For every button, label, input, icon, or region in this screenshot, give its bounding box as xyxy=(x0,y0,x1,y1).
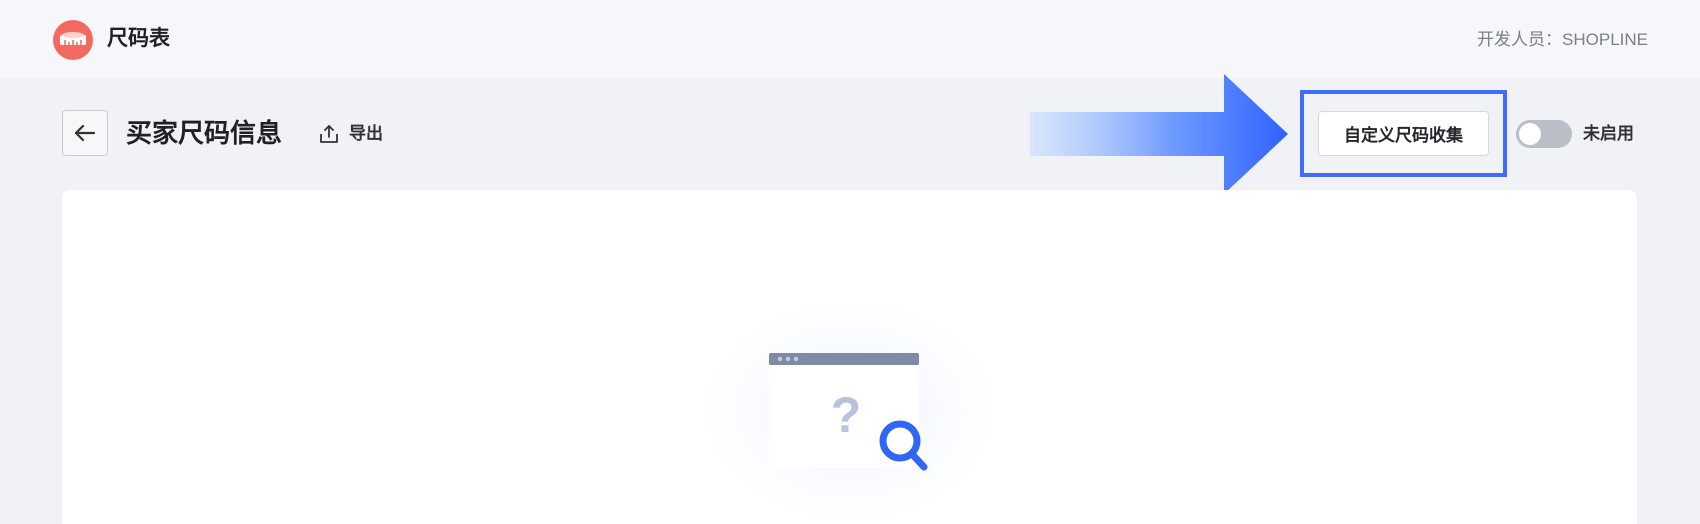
toggle-status-label: 未启用 xyxy=(1583,124,1634,143)
export-label: 导出 xyxy=(349,124,383,143)
page-title: 买家尺码信息 xyxy=(126,118,283,148)
export-button[interactable]: 导出 xyxy=(318,122,383,146)
toggle-knob xyxy=(1519,123,1541,145)
back-button[interactable] xyxy=(62,110,108,156)
top-bar: 尺码表 开发人员：SHOPLINE xyxy=(0,0,1700,79)
enable-toggle[interactable] xyxy=(1516,120,1572,148)
app-title: 尺码表 xyxy=(107,27,170,50)
upload-icon xyxy=(320,125,338,143)
svg-text:?: ? xyxy=(831,387,862,443)
arrow-left-icon xyxy=(74,124,96,142)
app-logo-icon xyxy=(53,20,93,60)
arrow-right-icon xyxy=(1030,74,1288,194)
empty-search-icon: ? xyxy=(769,353,928,471)
custom-size-collection-button[interactable]: 自定义尺码收集 xyxy=(1318,111,1489,156)
developer-label: 开发人员：SHOPLINE xyxy=(1477,30,1648,49)
